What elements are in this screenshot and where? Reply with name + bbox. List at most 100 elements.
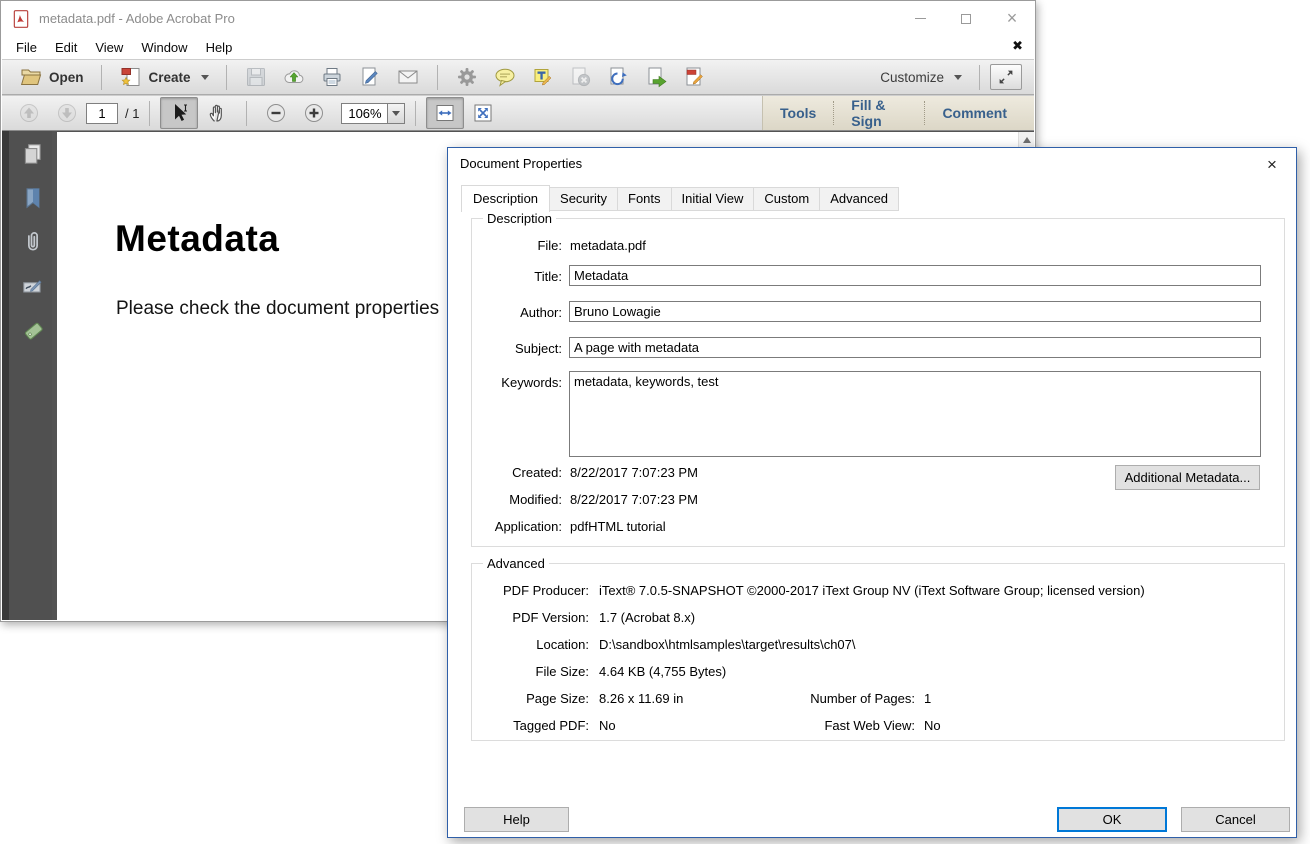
file-size-label: File Size: [472,664,589,679]
print-button[interactable] [313,61,351,93]
tab-custom[interactable]: Custom [754,187,820,211]
page-export-icon [645,65,669,89]
number-of-pages-value: 1 [924,691,931,706]
help-button[interactable]: Help [464,807,569,832]
hand-tool-button[interactable] [198,97,236,129]
menu-help[interactable]: Help [197,37,242,58]
acrobat-pdf-icon [11,9,31,29]
cancel-button[interactable]: Cancel [1181,807,1290,832]
signatures-icon[interactable] [20,273,46,299]
create-button[interactable]: Create [112,61,216,93]
author-field[interactable] [569,301,1261,322]
scroll-up-icon[interactable] [1023,137,1031,143]
minimize-button[interactable] [897,1,943,36]
zoom-dropdown-button[interactable] [387,103,405,124]
keywords-field[interactable]: metadata, keywords, test [569,371,1261,457]
minimize-icon [915,18,926,19]
subject-label: Subject: [472,341,562,356]
close-button[interactable]: × [989,1,1035,36]
document-heading: Metadata [115,218,279,260]
export-pdf-button[interactable] [638,61,676,93]
next-page-button[interactable] [48,97,86,129]
additional-metadata-button[interactable]: Additional Metadata... [1115,465,1260,490]
menu-view[interactable]: View [86,37,132,58]
toolbar-close-icon[interactable]: ✖ [1012,38,1023,54]
description-group: Description File: metadata.pdf Title: Au… [471,218,1285,547]
zoom-in-button[interactable] [295,97,333,129]
pdf-version-value: 1.7 (Acrobat 8.x) [599,610,695,625]
page-thumbnails-icon[interactable] [20,141,46,167]
create-pdf-icon [119,65,143,89]
previous-page-button[interactable] [10,97,48,129]
fit-page-button[interactable] [464,97,502,129]
fit-page-icon [471,101,495,125]
highlight-text-button[interactable] [524,61,562,93]
dialog-close-icon[interactable]: × [1258,153,1286,177]
open-button[interactable]: Open [12,61,91,93]
page-number-input[interactable] [86,103,118,124]
location-label: Location: [472,637,589,652]
application-label: Application: [472,519,562,534]
edit-pdf-button[interactable] [676,61,714,93]
location-value: D:\sandbox\htmlsamples\target\results\ch… [599,637,856,652]
separator [226,65,227,90]
page-down-icon [55,101,79,125]
file-size-value: 4.64 KB (4,755 Bytes) [599,664,726,679]
document-processing-button[interactable] [600,61,638,93]
attachments-icon[interactable] [20,229,46,255]
bookmarks-icon[interactable] [20,185,46,211]
tagged-pdf-value: No [599,718,616,733]
tab-fill-sign[interactable]: Fill & Sign [834,97,924,129]
keywords-label: Keywords: [472,375,562,390]
comment-tool-button[interactable] [486,61,524,93]
navigation-toolbar: / 1 [2,95,1034,131]
preferences-button[interactable] [448,61,486,93]
select-arrow-icon [167,101,191,125]
tab-description[interactable]: Description [461,185,550,212]
tab-security[interactable]: Security [550,187,618,211]
tab-initial-view[interactable]: Initial View [672,187,755,211]
fullscreen-button[interactable] [990,64,1022,90]
title-label: Title: [472,269,562,284]
fast-web-view-value: No [924,718,941,733]
upload-share-button[interactable] [275,61,313,93]
menu-file[interactable]: File [7,37,46,58]
open-folder-icon [19,65,43,89]
author-label: Author: [472,305,562,320]
menu-edit[interactable]: Edit [46,37,86,58]
menubar: File Edit View Window Help ✖ [1,36,1035,59]
document-body-text: Please check the document properties [116,298,439,320]
tab-tools[interactable]: Tools [763,105,833,121]
subject-field[interactable] [569,337,1261,358]
modified-value: 8/22/2017 7:07:23 PM [570,492,698,507]
ok-button[interactable]: OK [1057,807,1167,832]
file-value: metadata.pdf [570,238,646,253]
hand-tool-icon [205,101,229,125]
title-field[interactable] [569,265,1261,286]
separator [437,65,438,90]
zoom-out-icon [264,101,288,125]
customize-button[interactable]: Customize [873,66,969,89]
zoom-out-button[interactable] [257,97,295,129]
save-button[interactable] [237,61,275,93]
email-button[interactable] [389,61,427,93]
zoom-level-input[interactable] [341,103,387,124]
menu-window[interactable]: Window [132,37,196,58]
modified-label: Modified: [472,492,562,507]
delete-page-button[interactable] [562,61,600,93]
tab-comment[interactable]: Comment [925,105,1024,121]
select-tool-button[interactable] [160,97,198,129]
maximize-button[interactable] [943,1,989,36]
tags-icon[interactable] [20,317,46,343]
fit-width-button[interactable] [426,97,464,129]
tab-advanced[interactable]: Advanced [820,187,899,211]
separator [149,101,150,126]
window-controls: × [897,1,1035,36]
tab-fonts[interactable]: Fonts [618,187,672,211]
number-of-pages-label: Number of Pages: [755,691,915,706]
edit-page-icon [683,65,707,89]
separator [979,65,980,90]
open-label: Open [49,70,84,85]
sign-document-button[interactable] [351,61,389,93]
titlebar: metadata.pdf - Adobe Acrobat Pro × [1,1,1035,36]
